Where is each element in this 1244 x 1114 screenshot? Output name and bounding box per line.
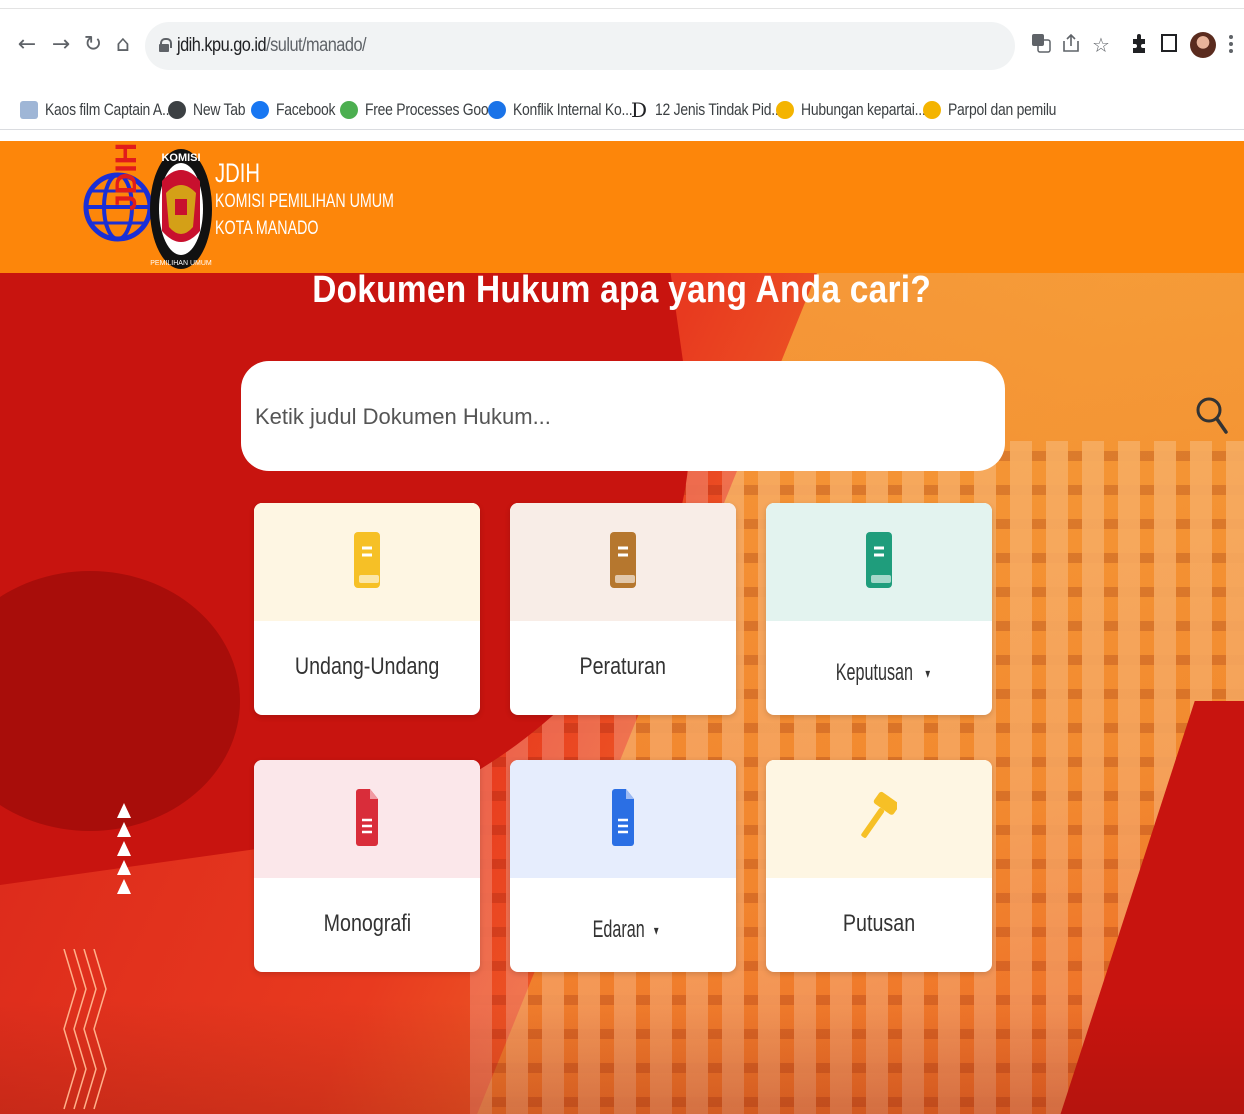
profile-avatar[interactable] xyxy=(1190,32,1216,58)
caret-down-icon: ▾ xyxy=(925,665,931,682)
url-host: jdih.kpu.go.id xyxy=(177,35,267,56)
card-icon-area xyxy=(766,503,992,621)
bookmark-label: Hubungan kepartai... xyxy=(801,100,926,119)
bookmark-favicon-icon xyxy=(20,101,38,119)
card-icon-area xyxy=(510,503,736,621)
back-icon[interactable]: ← xyxy=(14,30,40,60)
bookmark-star-icon[interactable]: ☆ xyxy=(1090,33,1112,57)
kpu-logo[interactable]: KOMISI PEMILIHAN UMUM xyxy=(148,141,214,273)
extensions-icon[interactable] xyxy=(1128,33,1150,57)
card-icon-area xyxy=(254,503,480,621)
browser-menu-icon[interactable] xyxy=(1228,32,1234,58)
caret-down-icon: ▾ xyxy=(653,922,659,939)
browser-toolbar: ← → ↻ ⌂ jdih.kpu.go.id/sulut/manado/ ☆ xyxy=(0,0,1244,90)
card-label: Monografi xyxy=(254,910,480,938)
bookmark-label: Konflik Internal Ko... xyxy=(513,100,633,119)
bookmark-item[interactable]: New Tab xyxy=(168,96,257,124)
bookmark-label: Kaos film Captain A... xyxy=(45,100,173,119)
bookmark-label: Facebook xyxy=(276,100,336,119)
card-label-text: Keputusan xyxy=(835,659,914,686)
jdih-logo[interactable]: JDIH xyxy=(82,141,154,271)
translate-icon[interactable] xyxy=(1030,33,1052,57)
card-icon-area xyxy=(766,760,992,878)
bookmark-label: Free Processes Goo... xyxy=(365,100,500,119)
search-input[interactable] xyxy=(255,395,915,439)
card-icon-area xyxy=(254,760,480,878)
site-header: JDIH KOMISI PEMILIHAN UMUM JDIH KOMISI P… xyxy=(0,141,1244,273)
share-icon[interactable] xyxy=(1060,33,1082,57)
page-content: JDIH KOMISI PEMILIHAN UMUM JDIH KOMISI P… xyxy=(0,141,1244,1114)
konflik-favicon-icon xyxy=(488,101,506,119)
card-label: Undang-Undang xyxy=(254,653,480,681)
book-icon xyxy=(866,532,892,588)
document-icon xyxy=(356,789,378,846)
bookmark-label: 12 Jenis Tindak Pid... xyxy=(655,100,783,119)
card-icon-area xyxy=(510,760,736,878)
hubungan-favicon-icon xyxy=(776,101,794,119)
book-icon xyxy=(610,532,636,588)
side-panel-icon[interactable] xyxy=(1158,33,1180,57)
tab-strip-divider xyxy=(0,8,1244,9)
url-path: /sulut/manado/ xyxy=(266,35,367,56)
hero-title: Dokumen Hukum apa yang Anda cari? xyxy=(0,269,1244,312)
bookmark-label: Parpol dan pemilu xyxy=(948,100,1057,119)
background-shape xyxy=(0,1001,1244,1114)
brand-title: JDIH xyxy=(215,158,260,188)
logo-jdih-text: JDIH xyxy=(110,143,143,211)
bookmark-label: New Tab xyxy=(193,100,246,119)
logo-pemilihan-text: PEMILIHAN UMUM xyxy=(150,260,212,267)
reload-icon[interactable]: ↻ xyxy=(80,30,106,60)
bookmark-item[interactable]: Facebook xyxy=(251,96,348,124)
card-label: Peraturan xyxy=(510,653,736,681)
letter-d-icon: D xyxy=(630,98,648,122)
category-card-edaran[interactable]: Edaran ▾ xyxy=(510,760,736,972)
bookmark-item[interactable]: Parpol dan pemilu xyxy=(923,96,1080,124)
card-label-text: Monografi xyxy=(323,910,411,937)
brand-subtitle: KOMISI PEMILIHAN UMUM xyxy=(215,191,394,212)
card-label: Edaran ▾ xyxy=(510,916,736,944)
category-card-undang-undang[interactable]: Undang-Undang xyxy=(254,503,480,715)
brand-city: KOTA MANADO xyxy=(215,218,319,239)
logo-komisi-text: KOMISI xyxy=(161,152,200,164)
hero-title-text: Dokumen Hukum apa yang Anda cari? xyxy=(312,269,932,311)
home-icon[interactable]: ⌂ xyxy=(110,30,136,60)
gavel-icon xyxy=(861,791,897,838)
card-label-text: Undang-Undang xyxy=(294,653,440,680)
address-url[interactable]: jdih.kpu.go.id/sulut/manado/ xyxy=(177,35,367,57)
bookmarks-bar: Kaos film Captain A... New Tab Facebook … xyxy=(0,90,1244,130)
forward-icon[interactable]: → xyxy=(48,30,74,60)
card-label-text: Peraturan xyxy=(579,653,667,680)
lock-icon[interactable] xyxy=(159,38,172,52)
card-label-text: Putusan xyxy=(842,910,916,937)
card-label-text: Edaran xyxy=(592,916,645,943)
decorative-arrows xyxy=(117,803,131,898)
document-icon xyxy=(612,789,634,846)
parpol-favicon-icon xyxy=(923,101,941,119)
search-icon[interactable] xyxy=(1195,391,1231,439)
category-card-keputusan[interactable]: Keputusan ▾ xyxy=(766,503,992,715)
facebook-icon xyxy=(251,101,269,119)
category-card-monografi[interactable]: Monografi xyxy=(254,760,480,972)
site-brand[interactable]: JDIH KOMISI PEMILIHAN UMUM KOTA MANADO xyxy=(215,159,454,241)
decorative-zigzag xyxy=(63,949,107,1110)
category-card-peraturan[interactable]: Peraturan xyxy=(510,503,736,715)
book-icon xyxy=(354,532,380,588)
category-card-putusan[interactable]: Putusan xyxy=(766,760,992,972)
processes-favicon-icon xyxy=(340,101,358,119)
card-label: Putusan xyxy=(766,910,992,938)
card-label: Keputusan ▾ xyxy=(766,659,992,687)
address-bar[interactable]: jdih.kpu.go.id/sulut/manado/ xyxy=(145,22,1015,70)
search-box[interactable] xyxy=(241,361,1228,471)
globe-icon xyxy=(168,101,186,119)
